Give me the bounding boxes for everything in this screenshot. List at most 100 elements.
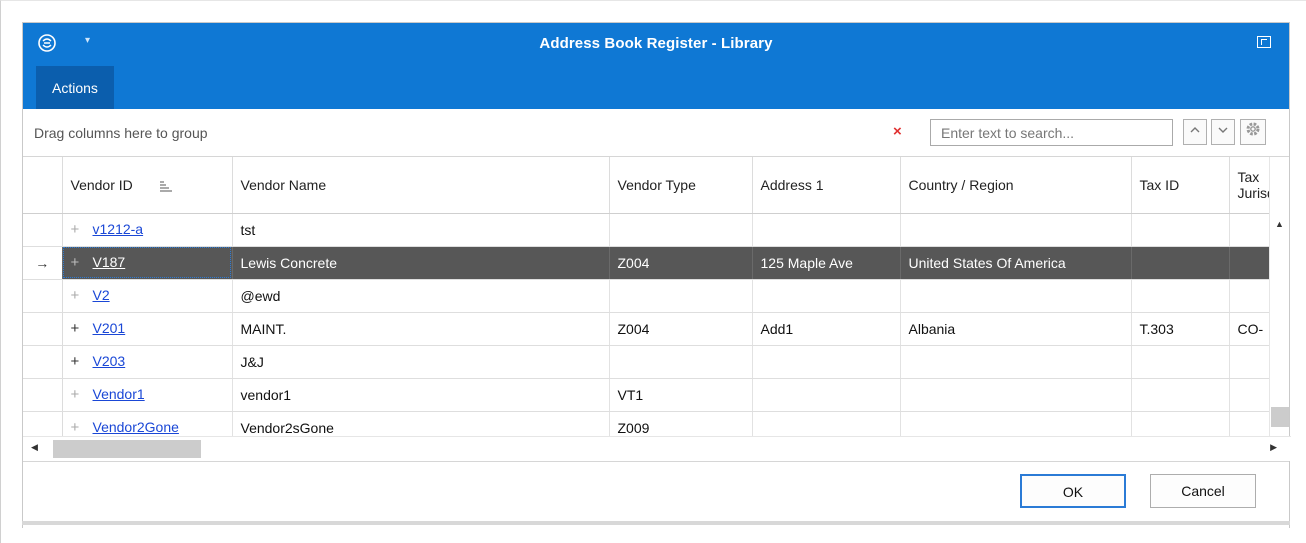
table-row[interactable]: + V201 MAINT. Z004 Add1 Albania T.303 CO- xyxy=(23,312,1289,346)
cell-tax-id[interactable]: T.303 xyxy=(1131,312,1230,346)
grid-toolbar: Drag columns here to group × xyxy=(23,109,1289,157)
cell-tax-id[interactable] xyxy=(1131,279,1230,313)
cell-country-region[interactable] xyxy=(900,378,1132,412)
cell-address-1[interactable] xyxy=(752,345,901,379)
cell-vendor-name[interactable]: J&J xyxy=(232,345,610,379)
cell-vendor-name[interactable]: tst xyxy=(232,213,610,247)
cell-country-region[interactable] xyxy=(900,213,1132,247)
cell-country-region[interactable]: Albania xyxy=(900,312,1132,346)
cell-address-1[interactable] xyxy=(752,279,901,313)
cell-vendor-type[interactable]: VT1 xyxy=(609,378,753,412)
sort-ascending-icon[interactable] xyxy=(159,180,173,192)
vendor-id-link[interactable]: Vendor1 xyxy=(93,386,145,402)
find-previous-button[interactable] xyxy=(1183,119,1207,145)
expand-row-icon[interactable]: + xyxy=(71,320,85,337)
row-indicator-arrow-icon[interactable] xyxy=(23,213,63,247)
cell-vendor-name[interactable]: Lewis Concrete xyxy=(232,246,610,280)
vendor-id-link[interactable]: V201 xyxy=(93,320,126,336)
vertical-scroll-thumb[interactable] xyxy=(1271,407,1289,427)
grid-header-row: Vendor ID Vendor Name Vendor Type Addres… xyxy=(23,157,1289,214)
column-header-address-1[interactable]: Address 1 xyxy=(752,157,901,214)
vendor-id-link[interactable]: v1212-a xyxy=(93,221,144,237)
cell-vendor-type[interactable] xyxy=(609,279,753,313)
cell-vendor-type[interactable] xyxy=(609,345,753,379)
cell-vendor-id[interactable]: + Vendor1 xyxy=(62,378,233,412)
find-next-button[interactable] xyxy=(1211,119,1235,145)
row-indicator-arrow-icon[interactable]: → xyxy=(23,246,63,280)
cell-vendor-name[interactable]: @ewd xyxy=(232,279,610,313)
cell-tax-id[interactable] xyxy=(1131,246,1230,280)
row-indicator-arrow-icon[interactable] xyxy=(23,312,63,346)
vendor-id-link[interactable]: V187 xyxy=(93,254,126,270)
table-row[interactable]: + V203 J&J xyxy=(23,345,1289,379)
column-header-indicator xyxy=(23,157,63,214)
settings-button[interactable] xyxy=(1240,119,1266,145)
column-header-country-region[interactable]: Country / Region xyxy=(900,157,1132,214)
table-row[interactable]: + V2 @ewd xyxy=(23,279,1289,313)
cell-vendor-type[interactable]: Z004 xyxy=(609,246,753,280)
column-header-vendor-id[interactable]: Vendor ID xyxy=(62,157,233,214)
cell-vendor-type[interactable]: Z004 xyxy=(609,312,753,346)
expand-row-icon[interactable]: + xyxy=(71,287,85,304)
cancel-button[interactable]: Cancel xyxy=(1150,474,1256,508)
scroll-up-icon[interactable]: ▲ xyxy=(1275,219,1284,229)
cell-vendor-id[interactable]: + V2 xyxy=(62,279,233,313)
cell-address-1[interactable]: Add1 xyxy=(752,312,901,346)
cell-vendor-id[interactable]: + v1212-a xyxy=(62,213,233,247)
scroll-right-icon[interactable]: ▶ xyxy=(1270,442,1277,453)
address-book-dialog: ▾ Address Book Register - Library Action… xyxy=(22,22,1291,529)
ok-button[interactable]: OK xyxy=(1020,474,1126,508)
window-shadow-strip xyxy=(22,521,1290,525)
maximize-icon[interactable] xyxy=(1257,36,1271,48)
column-header-vendor-type[interactable]: Vendor Type xyxy=(609,157,753,214)
column-header-tax-id[interactable]: Tax ID xyxy=(1131,157,1230,214)
vendor-id-link[interactable]: Vendor2Gone xyxy=(93,419,179,435)
horizontal-scroll-thumb[interactable] xyxy=(53,440,201,458)
clear-search-icon[interactable]: × xyxy=(893,123,902,140)
vendor-id-link[interactable]: V2 xyxy=(93,287,110,303)
cell-address-1[interactable] xyxy=(752,213,901,247)
cell-vendor-id[interactable]: + V187 xyxy=(62,246,233,280)
expand-row-icon[interactable]: + xyxy=(71,419,85,436)
vertical-scrollbar[interactable]: ▲ ▼ xyxy=(1269,157,1289,451)
table-row[interactable]: → + V187 Lewis Concrete Z004 125 Maple Ave Uni… xyxy=(23,246,1289,280)
cell-tax-id[interactable] xyxy=(1131,213,1230,247)
scroll-left-icon[interactable]: ◀ xyxy=(31,442,38,453)
cell-tax-id[interactable] xyxy=(1131,378,1230,412)
group-by-drop-area[interactable]: Drag columns here to group xyxy=(34,125,208,141)
ribbon-bar: Actions xyxy=(23,66,1289,109)
table-row[interactable]: + Vendor1 vendor1 VT1 xyxy=(23,378,1289,412)
dialog-footer: OK Cancel xyxy=(23,461,1289,529)
cell-vendor-id[interactable]: + V203 xyxy=(62,345,233,379)
vendor-grid: Vendor ID Vendor Name Vendor Type Addres… xyxy=(23,157,1289,461)
cell-country-region[interactable]: United States Of America xyxy=(900,246,1132,280)
expand-row-icon[interactable]: + xyxy=(71,386,85,403)
cell-vendor-type[interactable] xyxy=(609,213,753,247)
row-indicator-arrow-icon[interactable] xyxy=(23,345,63,379)
window-title: Address Book Register - Library xyxy=(539,35,773,52)
search-input[interactable] xyxy=(930,119,1173,146)
vendor-id-link[interactable]: V203 xyxy=(93,353,126,369)
row-indicator-arrow-icon[interactable] xyxy=(23,378,63,412)
cell-address-1[interactable] xyxy=(752,378,901,412)
chevron-up-icon xyxy=(1190,127,1200,133)
gear-icon xyxy=(1246,122,1260,136)
cell-country-region[interactable] xyxy=(900,279,1132,313)
cell-vendor-id[interactable]: + V201 xyxy=(62,312,233,346)
tab-actions[interactable]: Actions xyxy=(36,66,114,109)
row-indicator-arrow-icon[interactable] xyxy=(23,279,63,313)
expand-row-icon[interactable]: + xyxy=(71,221,85,238)
cell-tax-id[interactable] xyxy=(1131,345,1230,379)
cell-vendor-name[interactable]: vendor1 xyxy=(232,378,610,412)
chevron-down-icon xyxy=(1218,127,1228,133)
title-bar: ▾ Address Book Register - Library xyxy=(23,23,1289,66)
expand-row-icon[interactable]: + xyxy=(71,254,85,271)
cell-address-1[interactable]: 125 Maple Ave xyxy=(752,246,901,280)
horizontal-scrollbar[interactable]: ◀ ▶ xyxy=(23,436,1291,461)
column-header-vendor-name[interactable]: Vendor Name xyxy=(232,157,610,214)
cell-vendor-name[interactable]: MAINT. xyxy=(232,312,610,346)
cell-country-region[interactable] xyxy=(900,345,1132,379)
expand-row-icon[interactable]: + xyxy=(71,353,85,370)
column-header-label: Vendor ID xyxy=(70,176,133,193)
table-row[interactable]: + v1212-a tst xyxy=(23,213,1289,247)
